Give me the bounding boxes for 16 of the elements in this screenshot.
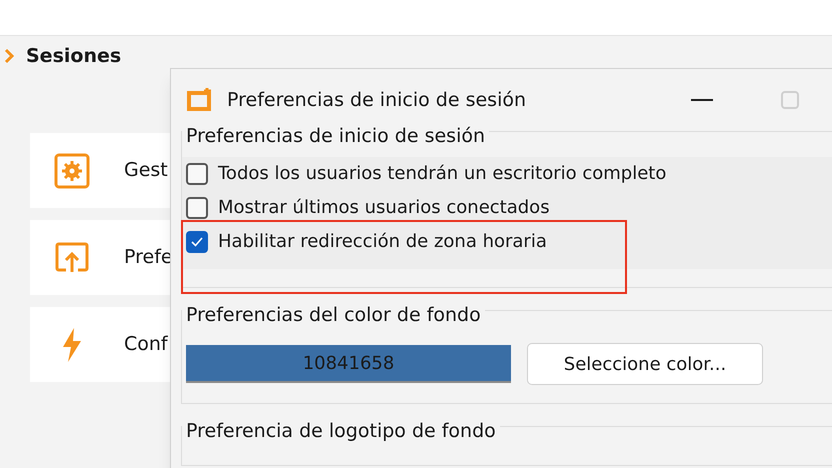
- checkmark-icon: [190, 236, 204, 248]
- color-value: 10841658: [302, 352, 394, 376]
- checkbox[interactable]: [186, 196, 208, 218]
- checkbox-label: Habilitar redirección de zona horaria: [218, 230, 547, 254]
- card-label: Prefe: [124, 245, 173, 270]
- checkbox-label: Todos los usuarios tendrán un escritorio completo: [218, 162, 666, 186]
- card-label: Gest: [124, 158, 168, 184]
- checkbox[interactable]: [186, 162, 208, 184]
- lightning-icon: [60, 326, 84, 362]
- card-label: Conf: [124, 332, 168, 358]
- gear-icon: [54, 152, 90, 188]
- window-title: Preferencias de inicio de sesión: [227, 88, 526, 113]
- checkbox-label: Mostrar últimos usuarios conectados: [218, 196, 550, 220]
- select-color-button[interactable]: Seleccione color...: [527, 343, 763, 385]
- section-title: Sesiones: [26, 44, 122, 69]
- checkbox[interactable]: [186, 230, 208, 252]
